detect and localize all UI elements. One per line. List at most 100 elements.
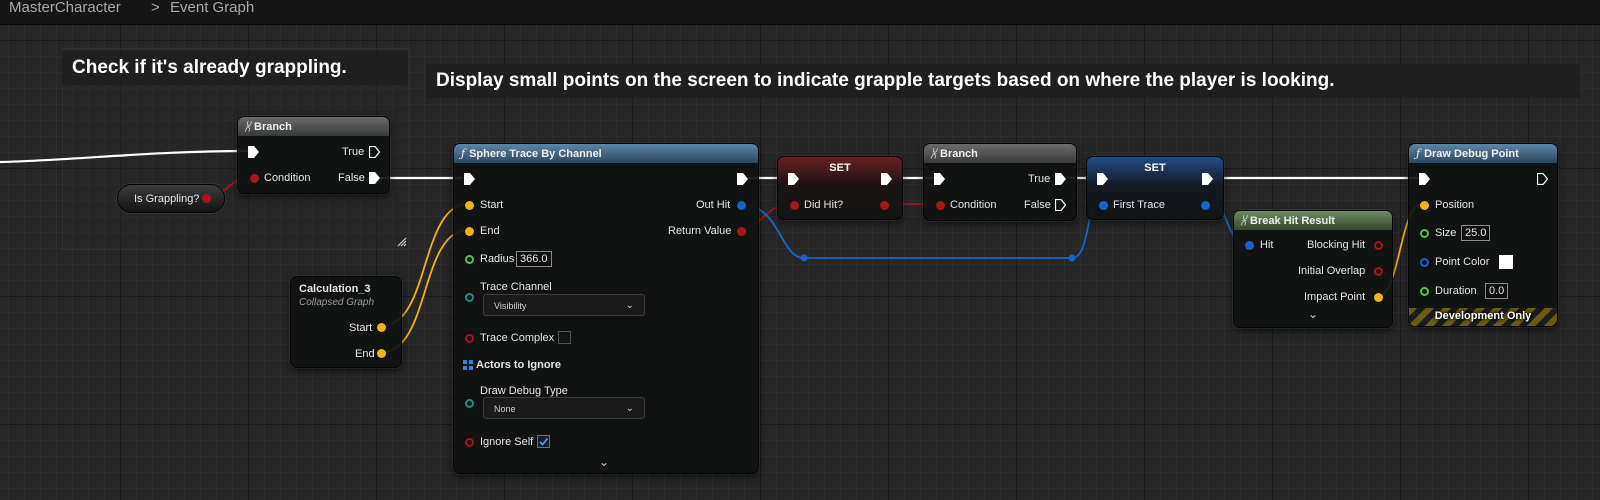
calculation-end-pin[interactable] (377, 349, 386, 358)
branch-icon: ⩈ (931, 147, 936, 160)
condition-pin[interactable] (250, 174, 259, 183)
break-hit-title: Break Hit Result (1250, 215, 1335, 227)
set-first-trace-node[interactable]: SET First Trace (1086, 156, 1224, 220)
duration-input[interactable]: 0.0 (1485, 283, 1509, 299)
ignore-self-pin[interactable] (465, 438, 474, 447)
calculation-start-pin[interactable] (377, 323, 386, 332)
duration-label: Duration (1435, 285, 1477, 297)
break-hit-label: Hit (1260, 239, 1274, 251)
sphere-trace-channel-label: Trace Channel (480, 281, 552, 293)
initial-overlap-label: Initial Overlap (1298, 265, 1366, 277)
branch-false-label: False (338, 172, 365, 184)
exec-pin-icon[interactable] (369, 172, 380, 184)
calculation-title: Calculation_3 (299, 283, 371, 295)
actors-to-ignore-label: Actors to Ignore (476, 359, 561, 371)
first-trace-out-pin[interactable] (1201, 201, 1210, 210)
break-hit-in-pin[interactable] (1245, 241, 1254, 250)
blocking-hit-pin[interactable] (1374, 241, 1383, 250)
exec-pin-icon[interactable] (1097, 173, 1108, 185)
branch-icon: ⩈ (245, 120, 250, 133)
duration-pin[interactable] (1420, 287, 1429, 296)
development-only-banner: Development Only (1409, 308, 1557, 326)
sphere-start-pin[interactable] (465, 201, 474, 210)
sphere-trace-channel-pin[interactable] (465, 293, 474, 302)
exec-pin-icon[interactable] (1419, 173, 1430, 185)
ignore-self-checkbox[interactable] (537, 435, 550, 448)
sphere-radius-pin[interactable] (465, 255, 474, 264)
exec-pin-icon[interactable] (1055, 199, 1066, 211)
branch-condition-label: Condition (264, 172, 311, 184)
chevron-down-icon: ⌄ (625, 300, 634, 311)
branch-node-1[interactable]: ⩈ Branch True Condition False (237, 116, 390, 194)
set-did-hit-node[interactable]: SET Did Hit? (777, 156, 903, 220)
exec-pin-icon[interactable] (248, 146, 259, 158)
exec-pin-icon[interactable] (788, 173, 799, 185)
exec-pin-icon[interactable] (881, 173, 892, 185)
is-grappling-pin[interactable] (202, 194, 211, 203)
size-label: Size (1435, 227, 1457, 239)
chevron-down-icon: ⌄ (625, 403, 634, 414)
development-only-label: Development Only (1434, 310, 1532, 322)
breadcrumb-blueprint[interactable]: MasterCharacter (9, 0, 121, 16)
sphere-trace-title: Sphere Trace By Channel (469, 148, 602, 160)
exec-pin-icon[interactable] (464, 173, 475, 185)
initial-overlap-pin[interactable] (1374, 267, 1383, 276)
position-pin[interactable] (1420, 201, 1429, 210)
exec-pin-icon[interactable] (934, 173, 945, 185)
draw-debug-type-dropdown[interactable]: None ⌄ (483, 397, 645, 419)
resize-icon[interactable] (396, 236, 407, 247)
chevron-right-icon: > (151, 0, 160, 16)
calculation-start-label: Start (349, 322, 373, 334)
break-hit-result-node[interactable]: ⩈ Break Hit Result Hit Blocking Hit Initi… (1233, 210, 1393, 328)
trace-complex-checkbox[interactable] (558, 331, 571, 344)
chevron-down-icon[interactable]: ⌄ (1308, 307, 1318, 321)
point-color-swatch[interactable] (1499, 255, 1513, 269)
sphere-radius-label: Radius (480, 253, 515, 265)
branch-condition-label: Condition (950, 199, 997, 211)
position-label: Position (1435, 199, 1475, 211)
exec-pin-icon[interactable] (1055, 173, 1066, 185)
draw-debug-point-title: Draw Debug Point (1424, 148, 1519, 160)
break-icon: ⩈ (1241, 214, 1246, 227)
comment-title-grappling[interactable]: Check if it's already grappling. (62, 51, 408, 85)
exec-pin-icon[interactable] (737, 173, 748, 185)
size-input[interactable]: 25.0 (1461, 225, 1491, 241)
trace-complex-pin[interactable] (465, 334, 474, 343)
sphere-radius-input[interactable]: 366.0 (516, 251, 552, 267)
checkmark-icon (539, 437, 549, 446)
did-hit-in-pin[interactable] (790, 201, 799, 210)
is-grappling-variable[interactable]: Is Grappling? (117, 184, 225, 213)
function-icon: ƒ (1416, 147, 1421, 160)
trace-complex-label: Trace Complex (480, 332, 555, 344)
branch-true-label: True (342, 146, 365, 158)
point-color-pin[interactable] (1420, 258, 1429, 267)
sphere-outhit-label: Out Hit (696, 199, 731, 211)
did-hit-out-pin[interactable] (880, 201, 889, 210)
size-pin[interactable] (1420, 229, 1429, 238)
draw-debug-point-node[interactable]: ƒ Draw Debug Point Position Size 25.0 Poi… (1408, 143, 1558, 327)
point-color-label: Point Color (1435, 256, 1490, 268)
breadcrumb-graph[interactable]: Event Graph (170, 0, 254, 16)
grid-icon[interactable] (463, 360, 473, 370)
sphere-trace-node[interactable]: ƒ Sphere Trace By Channel Start Out Hit E… (453, 143, 759, 474)
calculation-node[interactable]: Calculation_3 Collapsed Graph Start End (290, 276, 402, 368)
trace-channel-dropdown[interactable]: Visibility ⌄ (483, 294, 645, 316)
is-grappling-label: Is Grappling? (134, 193, 200, 205)
sphere-end-pin[interactable] (465, 227, 474, 236)
sphere-return-pin[interactable] (737, 227, 746, 236)
draw-debug-type-label: Draw Debug Type (480, 385, 568, 397)
draw-debug-type-pin[interactable] (465, 399, 474, 408)
exec-pin-icon[interactable] (1537, 173, 1548, 185)
ignore-self-label: Ignore Self (480, 436, 534, 448)
comment-title-grapple-targets[interactable]: Display small points on the screen to in… (426, 64, 1580, 98)
trace-channel-value: Visibility (494, 301, 527, 311)
exec-pin-icon[interactable] (1202, 173, 1213, 185)
did-hit-label: Did Hit? (804, 199, 844, 211)
sphere-outhit-pin[interactable] (737, 201, 746, 210)
impact-point-pin[interactable] (1374, 293, 1383, 302)
exec-pin-icon[interactable] (369, 146, 380, 158)
first-trace-in-pin[interactable] (1099, 201, 1108, 210)
chevron-down-icon[interactable]: ⌄ (599, 455, 609, 469)
branch-node-2[interactable]: ⩈ Branch True Condition False (923, 143, 1077, 221)
condition-pin[interactable] (936, 201, 945, 210)
